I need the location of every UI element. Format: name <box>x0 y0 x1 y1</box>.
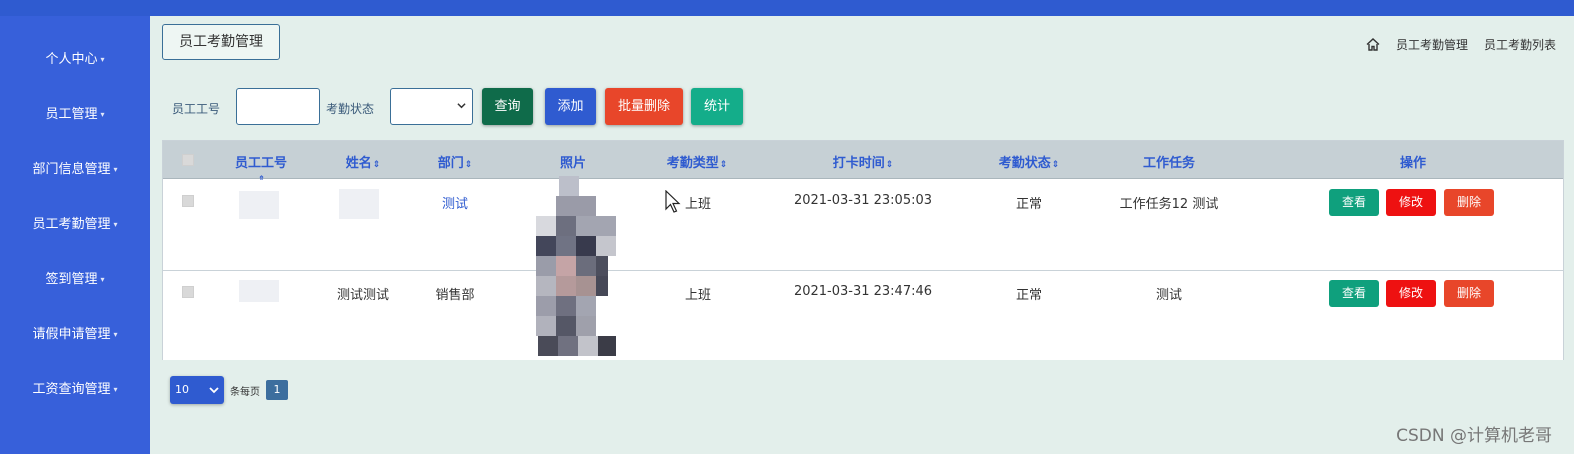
view-button[interactable]: 查看 <box>1329 189 1379 216</box>
employee-id-input[interactable] <box>236 88 320 125</box>
name-cell <box>339 189 379 219</box>
sidebar-item-salary-management[interactable]: 工资查询管理 ▾ <box>0 378 150 397</box>
work-task-cell: 测试 <box>1155 288 1182 303</box>
chevron-down-icon: ▾ <box>113 165 118 174</box>
batch-delete-button[interactable]: 批量删除 <box>605 88 683 125</box>
chevron-down-icon: ▾ <box>100 110 105 119</box>
sort-icon: ⇕ <box>885 160 894 170</box>
statistics-button[interactable]: 统计 <box>691 88 743 125</box>
top-bar <box>0 0 1574 16</box>
sidebar-item-attendance-management[interactable]: 员工考勤管理 ▾ <box>0 213 150 232</box>
employee-id-label: 员工工号 <box>172 102 221 116</box>
department-cell: 销售部 <box>435 288 475 303</box>
column-header-attendance-type[interactable]: 考勤类型⇕ <box>659 152 735 171</box>
employee-id-cell <box>239 191 279 219</box>
page-size-select[interactable]: 10 <box>170 376 224 404</box>
filter-bar: 员工工号 考勤状态 查询 添加 批量删除 统计 <box>150 88 950 128</box>
employee-id-cell <box>239 280 279 302</box>
table-header: 员工工号⇕ 姓名⇕ 部门⇕ 照片 考勤类型⇕ 打卡时间⇕ 考勤状态⇕ 工作任务 … <box>163 141 1563 185</box>
breadcrumb-item: 员工考勤列表 <box>1483 38 1556 52</box>
column-header-actions: 操作 <box>1399 156 1426 171</box>
column-header-photo: 照片 <box>559 156 586 171</box>
column-header-name[interactable]: 姓名⇕ <box>333 152 393 171</box>
delete-button[interactable]: 删除 <box>1444 280 1494 307</box>
table-row: 测试 上班 2021-03-31 23:05:03 正常 工作任务12 测试 查… <box>163 180 1563 270</box>
search-button[interactable]: 查询 <box>482 88 533 125</box>
page-number-button[interactable]: 1 <box>266 380 288 400</box>
work-task-cell: 工作任务12 测试 <box>1119 197 1219 212</box>
sort-icon: ⇕ <box>464 160 473 170</box>
edit-button[interactable]: 修改 <box>1386 280 1436 307</box>
sidebar-item-department-management[interactable]: 部门信息管理 ▾ <box>0 158 150 177</box>
sidebar-item-personal-center[interactable]: 个人中心 ▾ <box>0 48 150 67</box>
attendance-table: 员工工号⇕ 姓名⇕ 部门⇕ 照片 考勤类型⇕ 打卡时间⇕ 考勤状态⇕ 工作任务 … <box>162 140 1564 360</box>
sort-icon: ⇕ <box>1051 160 1060 170</box>
column-header-department[interactable]: 部门⇕ <box>425 152 485 171</box>
breadcrumb: 员工考勤管理 员工考勤列表 <box>1366 36 1556 53</box>
column-header-attendance-status[interactable]: 考勤状态⇕ <box>989 152 1069 171</box>
row-checkbox[interactable] <box>182 286 194 298</box>
add-button[interactable]: 添加 <box>545 88 596 125</box>
home-icon[interactable] <box>1366 38 1380 51</box>
sort-icon: ⇕ <box>372 160 381 170</box>
column-header-work-task: 工作任务 <box>1142 156 1195 171</box>
watermark: CSDN @计算机老哥 <box>1396 426 1552 446</box>
edit-button[interactable]: 修改 <box>1386 189 1436 216</box>
main-content: 员工考勤管理 员工考勤管理 员工考勤列表 员工工号 考勤状态 查询 添加 批量删… <box>150 16 1574 454</box>
attendance-type-cell: 上班 <box>684 288 711 303</box>
page-size-suffix: 条每页 <box>230 386 260 398</box>
sort-icon: ⇕ <box>719 160 728 170</box>
chevron-down-icon: ▾ <box>113 385 118 394</box>
table-row: 测试测试 销售部 上班 2021-03-31 23:47:46 正常 测试 查看… <box>163 270 1563 360</box>
employee-photo-image <box>536 176 616 356</box>
attendance-status-cell: 正常 <box>1015 197 1042 212</box>
attendance-status-cell: 正常 <box>1015 288 1042 303</box>
chevron-down-icon: ▾ <box>100 275 105 284</box>
sidebar-item-leave-management[interactable]: 请假申请管理 ▾ <box>0 323 150 342</box>
chevron-down-icon: ▾ <box>100 55 105 64</box>
attendance-status-label: 考勤状态 <box>326 102 375 116</box>
page-title: 员工考勤管理 <box>162 24 280 60</box>
name-cell: 测试测试 <box>336 288 389 303</box>
department-cell: 测试 <box>441 197 468 212</box>
pagination: 10 条每页 1 <box>170 376 288 404</box>
chevron-down-icon: ▾ <box>113 330 118 339</box>
clock-time-cell: 2021-03-31 23:05:03 <box>793 193 933 208</box>
view-button[interactable]: 查看 <box>1329 280 1379 307</box>
clock-time-cell: 2021-03-31 23:47:46 <box>793 284 933 299</box>
select-all-checkbox[interactable] <box>182 154 194 166</box>
chevron-down-icon <box>209 387 219 394</box>
row-checkbox[interactable] <box>182 195 194 207</box>
mouse-cursor-icon <box>665 190 681 213</box>
chevron-down-icon: ▾ <box>113 220 118 229</box>
chevron-down-icon <box>457 103 466 109</box>
sidebar: 个人中心 ▾ 员工管理 ▾ 部门信息管理 ▾ 员工考勤管理 ▾ 签到管理 ▾ 请假申请管理… <box>0 16 150 454</box>
column-header-clock-time[interactable]: 打卡时间⇕ <box>823 152 903 171</box>
delete-button[interactable]: 删除 <box>1444 189 1494 216</box>
attendance-status-select[interactable] <box>390 88 473 125</box>
breadcrumb-item[interactable]: 员工考勤管理 <box>1396 36 1468 53</box>
sidebar-item-employee-management[interactable]: 员工管理 ▾ <box>0 103 150 122</box>
sidebar-item-signin-management[interactable]: 签到管理 ▾ <box>0 268 150 287</box>
